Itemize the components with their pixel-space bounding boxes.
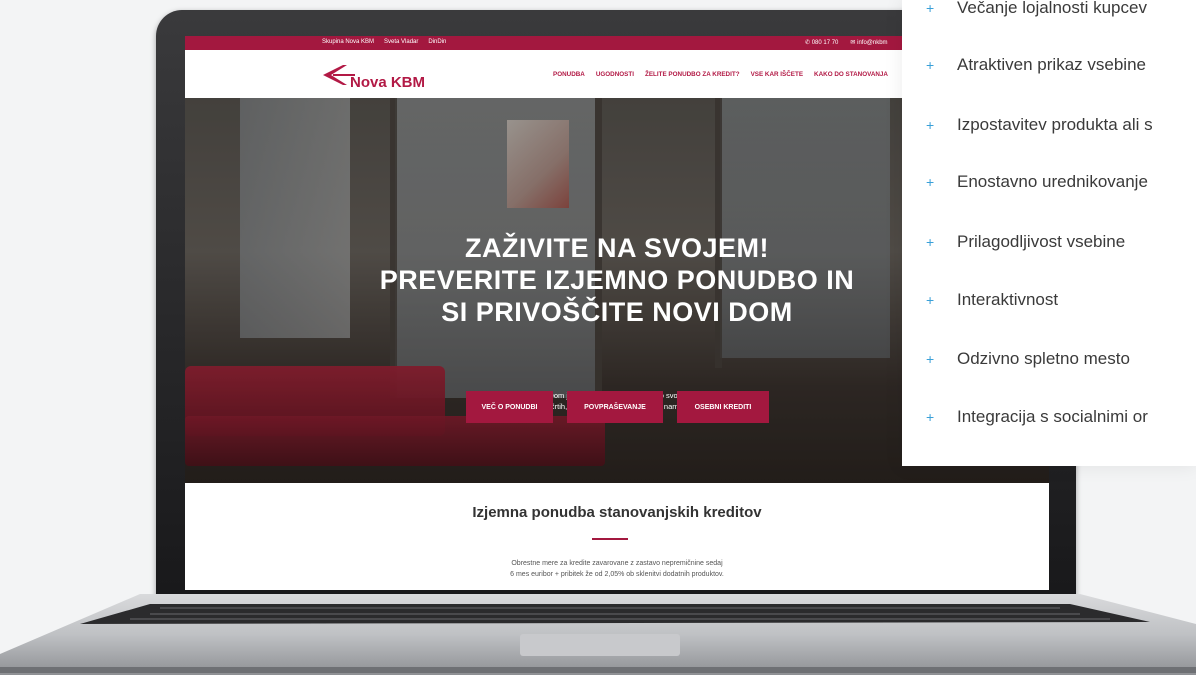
phone-number: 080 17 70 [811,40,839,46]
feature-item: + Izpostavitev produkta ali s [926,115,1153,135]
section-title: Izjemna ponudba stanovanjskih kreditov [472,504,762,521]
section-text: Obrestne mere za kredite zavarovane z za… [185,558,1049,580]
feature-item: + Prilagodljivost vsebine [926,232,1125,252]
plus-icon: + [926,117,935,133]
topbar-link-sveta[interactable]: Sveta Vladar [384,39,418,45]
osebni-krediti-button[interactable]: OSEBNI KREDITI [677,391,769,423]
vec-o-ponudbi-button[interactable]: VEČ O PONUDBI [466,391,553,423]
feature-label: Izpostavitev produkta ali s [957,115,1153,134]
section-text-line: Obrestne mere za kredite zavarovane z za… [511,560,723,567]
hero-buttons: VEČ O PONUDBI POVPRAŠEVANJE OSEBNI KREDI… [466,391,769,423]
phone-icon: ✆ [805,40,812,46]
plus-icon: + [926,234,935,250]
plus-icon: + [926,174,935,190]
feature-item: + Atraktiven prikaz vsebine [926,55,1146,75]
plus-icon: + [926,351,935,367]
feature-item: + Enostavno urednikovanje [926,172,1148,192]
nav-item-ponudba[interactable]: PONUDBA [553,71,585,78]
feature-panel: + Večanje lojalnosti kupcev + Atraktiven p… [902,0,1196,466]
feature-label: Večanje lojalnosti kupcev [957,0,1147,17]
email-link[interactable]: ✉ info@nkbm [850,39,887,46]
feature-item: + Odzivno spletno mesto [926,349,1130,369]
nav-item-vse[interactable]: VSE KAR IŠČETE [751,71,803,78]
feature-label: Integracija s socialnimi or [957,407,1148,426]
topbar-link-group[interactable]: Skupina Nova KBM [322,39,374,45]
feature-item: + Integracija s socialnimi or [926,407,1148,427]
nav-item-ugodnosti[interactable]: UGODNOSTI [596,71,634,78]
feature-label: Odzivno spletno mesto [957,349,1130,368]
email-address: info@nkbm [857,40,888,46]
povprasevanje-button[interactable]: POVPRAŠEVANJE [567,391,663,423]
feature-label: Interaktivnost [957,290,1059,309]
phone-link[interactable]: ✆ 080 17 70 [805,39,838,46]
feature-label: Prilagodljivost vsebine [957,232,1126,251]
plus-icon: + [926,0,935,16]
plus-icon: + [926,57,935,73]
section-divider [592,538,628,540]
feature-item: + Večanje lojalnosti kupcev [926,0,1147,18]
feature-item: + Interaktivnost [926,290,1058,310]
plus-icon: + [926,409,935,425]
section-text-line: 6 mes euribor + pribitek že od 2,05% ob … [510,571,724,578]
nav-item-kredit[interactable]: ŽELITE PONUDBO ZA KREDIT? [645,71,740,78]
topbar-link-dindin[interactable]: DinDin [428,39,446,45]
main-nav: PONUDBA UGODNOSTI ŽELITE PONUDBO ZA KRED… [553,71,888,78]
plus-icon: + [926,292,935,308]
logo-text: Nova KBM [350,74,426,91]
feature-label: Atraktiven prikaz vsebine [957,55,1146,74]
nav-item-kako[interactable]: KAKO DO STANOVANJA [814,71,888,78]
laptop-base [0,594,1196,675]
feature-label: Enostavno urednikovanje [957,172,1148,191]
